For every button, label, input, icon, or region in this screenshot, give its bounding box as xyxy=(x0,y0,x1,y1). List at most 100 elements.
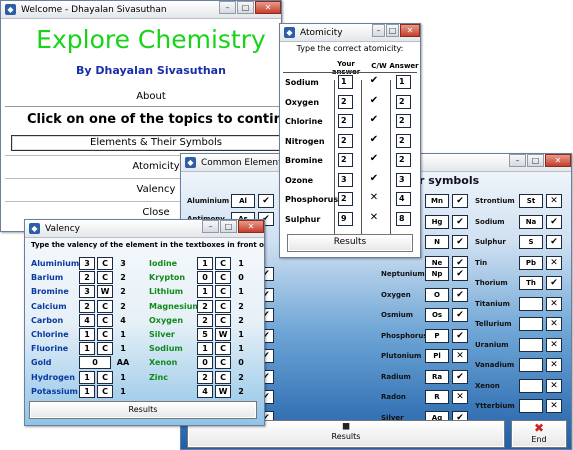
symbol-input[interactable]: Na xyxy=(519,214,543,229)
maximize-icon[interactable]: □ xyxy=(220,220,237,233)
valency-input[interactable]: 1 xyxy=(79,328,95,341)
tick-icon: ✔ xyxy=(369,94,379,106)
symbol-input[interactable]: Ra xyxy=(425,369,449,384)
symbols-header: r symbols xyxy=(419,174,480,187)
valency-input[interactable]: 3 xyxy=(79,285,95,299)
about-button[interactable]: About xyxy=(1,91,281,102)
result-mark: C xyxy=(97,328,113,341)
cross-icon: ✕ xyxy=(546,399,562,413)
app-icon: ◆ xyxy=(284,27,295,38)
your-answer-input[interactable]: 1 xyxy=(338,75,353,89)
valency-input[interactable]: 1 xyxy=(197,342,213,356)
tick-icon: ✔ xyxy=(258,194,274,208)
valency-input[interactable]: 2 xyxy=(79,299,95,313)
minimize-icon[interactable]: – xyxy=(372,24,385,37)
answer-field: 1 xyxy=(396,75,411,89)
element-name: Gold xyxy=(31,358,52,368)
element-name: Tin xyxy=(475,258,488,267)
symbol-input[interactable]: N xyxy=(425,235,449,249)
element-name: Oxygen xyxy=(149,315,184,325)
your-answer-input[interactable]: 3 xyxy=(338,172,353,187)
valency-input[interactable]: 1 xyxy=(197,285,213,299)
element-name: Lithium xyxy=(149,287,184,297)
your-answer-input[interactable]: 2 xyxy=(338,192,353,206)
valency-input[interactable]: 1 xyxy=(79,370,95,384)
tick-icon: ✔ xyxy=(452,214,468,229)
symbol-input[interactable] xyxy=(519,358,543,372)
valency-input[interactable]: 3 xyxy=(79,257,95,270)
element-name: Chlorine xyxy=(285,117,323,126)
close-icon[interactable]: ✕ xyxy=(400,24,420,37)
symbol-input[interactable]: Os xyxy=(425,308,449,322)
element-name: Sodium xyxy=(149,344,183,354)
close-icon[interactable]: ✕ xyxy=(238,220,264,233)
your-answer-input[interactable]: 9 xyxy=(338,211,353,226)
your-answer-input[interactable]: 2 xyxy=(338,153,353,167)
app-icon: ◆ xyxy=(185,157,196,168)
element-name: Uranium xyxy=(475,340,509,349)
element-name: Radon xyxy=(381,393,406,401)
valency-input[interactable]: 1 xyxy=(197,257,213,270)
close-icon[interactable]: ✕ xyxy=(255,1,281,14)
symbol-input[interactable]: O xyxy=(425,287,449,302)
symbol-input[interactable]: P xyxy=(425,328,449,343)
minimize-icon[interactable]: – xyxy=(202,220,219,233)
valency-input[interactable]: 2 xyxy=(197,370,213,384)
valency-input[interactable]: 0 xyxy=(197,271,213,285)
atomicity-results-button[interactable]: Results xyxy=(287,234,413,252)
symbol-input[interactable] xyxy=(519,399,543,413)
main-titlebar[interactable]: ◆ Welcome - Dhayalan Sivasuthan – □ ✕ xyxy=(1,1,281,19)
correct-answer: 1 xyxy=(120,330,126,339)
element-name: Sodium xyxy=(475,217,505,226)
correct-answer: 2 xyxy=(238,386,244,396)
close-icon[interactable]: ✕ xyxy=(545,154,571,167)
result-mark: C xyxy=(215,356,231,370)
valency-input[interactable]: 0 xyxy=(197,356,213,370)
maximize-icon[interactable]: □ xyxy=(237,1,254,14)
valency-input[interactable]: 2 xyxy=(197,299,213,313)
app-title: Explore Chemistry xyxy=(36,25,266,54)
cross-icon: ✕ xyxy=(546,337,562,352)
atomicity-titlebar[interactable]: ◆ Atomicity – □ ✕ xyxy=(280,24,420,42)
maximize-icon[interactable]: □ xyxy=(386,24,399,37)
element-name: Titanium xyxy=(475,299,510,308)
valency-input[interactable]: 4 xyxy=(197,384,213,398)
symbol-input[interactable] xyxy=(519,317,543,331)
symbol-input[interactable]: Mn xyxy=(425,194,449,208)
cross-icon: ✕ xyxy=(546,378,562,393)
symbol-input[interactable]: Al xyxy=(231,194,255,208)
symbol-input[interactable]: Pl xyxy=(425,349,449,363)
symbol-input[interactable] xyxy=(519,296,543,311)
symbol-input[interactable]: Hg xyxy=(425,214,449,229)
symbol-input[interactable] xyxy=(519,337,543,352)
maximize-icon[interactable]: □ xyxy=(527,154,544,167)
symbol-input[interactable]: Np xyxy=(425,267,449,281)
symbol-input[interactable]: S xyxy=(519,235,543,249)
your-answer-input[interactable]: 2 xyxy=(338,133,353,148)
valency-input[interactable]: 5 xyxy=(197,328,213,341)
your-answer-input[interactable]: 2 xyxy=(338,94,353,109)
element-name: Chlorine xyxy=(31,330,69,339)
valency-input[interactable]: 0 xyxy=(79,356,111,370)
valency-input[interactable]: 1 xyxy=(79,342,95,356)
symbol-input[interactable]: St xyxy=(519,194,543,208)
symbol-input[interactable] xyxy=(519,378,543,393)
valency-input[interactable]: 2 xyxy=(197,313,213,327)
symbol-input[interactable]: Pb xyxy=(519,255,543,270)
result-mark: C xyxy=(215,342,231,356)
minimize-icon[interactable]: – xyxy=(509,154,526,167)
symbol-input[interactable]: R xyxy=(425,390,449,404)
menu-elements-symbols[interactable]: Elements & Their Symbols xyxy=(11,135,281,151)
valency-input[interactable]: 2 xyxy=(79,271,95,285)
valency-input[interactable]: 1 xyxy=(79,384,95,398)
element-name: Aluminium xyxy=(187,197,230,205)
your-answer-input[interactable]: 2 xyxy=(338,114,353,128)
element-name: Zinc xyxy=(149,372,168,382)
valency-results-button[interactable]: Results xyxy=(29,401,257,419)
valency-input[interactable]: 4 xyxy=(79,313,95,327)
element-name: Bromine xyxy=(285,156,323,165)
symbol-input[interactable]: Th xyxy=(519,276,543,290)
end-button[interactable]: ✖ End xyxy=(511,420,567,448)
valency-titlebar[interactable]: ◆ Valency – □ ✕ xyxy=(25,220,264,238)
minimize-icon[interactable]: – xyxy=(219,1,236,14)
